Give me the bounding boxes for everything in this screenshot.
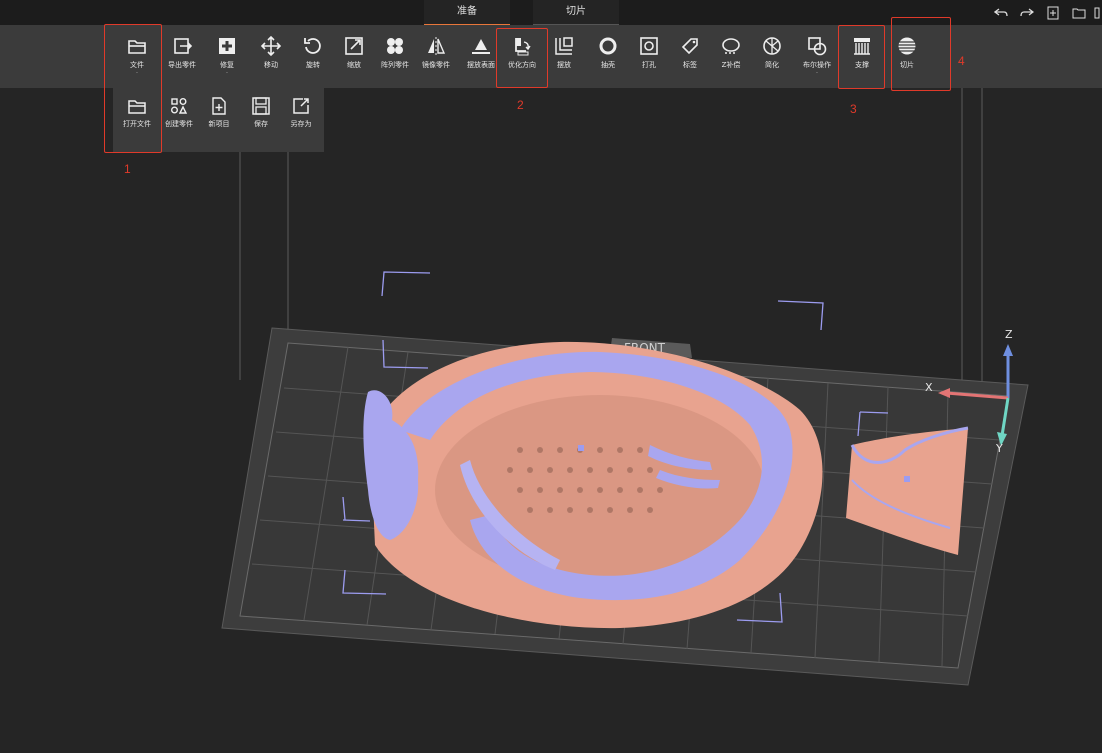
- tool-punch[interactable]: 打孔: [629, 31, 669, 83]
- lay-flat-icon: [472, 39, 490, 54]
- hollow-icon: [599, 37, 617, 55]
- model-center-marker: [578, 445, 584, 451]
- quick-actions: [988, 4, 1102, 22]
- tool-scale[interactable]: 缩放: [334, 31, 374, 83]
- menu-label: 新项目: [208, 120, 230, 128]
- part-center-marker: [904, 476, 910, 482]
- tool-label: 抽壳: [601, 61, 615, 69]
- scale-icon: [345, 37, 363, 55]
- save-as-icon: [293, 98, 309, 114]
- annotation-number-1: 1: [124, 162, 131, 176]
- mirror-icon: [428, 37, 446, 55]
- annotation-number-2: 2: [517, 98, 524, 112]
- create-part-icon: [171, 98, 188, 114]
- tool-file[interactable]: 文件 ·: [117, 31, 157, 83]
- more-icon[interactable]: [1092, 4, 1102, 22]
- slice-icon: [898, 37, 916, 55]
- menu-label: 创建零件: [165, 120, 193, 128]
- repair-icon: [219, 38, 235, 54]
- menu-label: 另存为: [290, 120, 312, 128]
- tool-label: 优化方向: [508, 61, 536, 69]
- tool-label: 支撑: [855, 61, 869, 69]
- undo-icon[interactable]: [988, 4, 1014, 22]
- new-project-icon: [212, 97, 226, 115]
- tool-rotate[interactable]: 旋转: [293, 31, 333, 83]
- tool-label: 旋转: [306, 61, 320, 69]
- menu-save-as[interactable]: 另存为: [281, 96, 321, 144]
- support-icon: [854, 38, 870, 55]
- boolean-icon: [808, 37, 827, 56]
- punch-icon: [640, 37, 658, 55]
- orient-icon: [515, 38, 531, 56]
- menu-label: 打开文件: [123, 120, 151, 128]
- export-icon: [174, 38, 193, 54]
- array-icon: [387, 38, 403, 54]
- menu-open-file[interactable]: 打开文件: [117, 96, 157, 144]
- tool-label: 移动: [264, 61, 278, 69]
- tool-slice[interactable]: 切片: [887, 31, 927, 83]
- tool-label: 缩放: [347, 61, 361, 69]
- tab-prepare[interactable]: 准备: [424, 0, 510, 26]
- tool-label: 摆放表面: [467, 61, 495, 69]
- tool-label: 打孔: [642, 61, 656, 69]
- tool-mirror[interactable]: 镜像零件: [416, 31, 456, 83]
- folder-icon: [128, 40, 146, 54]
- tool-lay-flat[interactable]: 摆放表面: [461, 31, 501, 83]
- tool-label: 切片: [900, 61, 914, 69]
- axis-label-z: Z: [1005, 328, 1013, 341]
- tool-export[interactable]: 导出零件: [162, 31, 202, 83]
- main-toolbar: 文件 · 导出零件 修复 · 移动 旋转 缩放 阵列零件 镜像零件 摆放表面 优…: [0, 25, 1102, 88]
- new-file-icon[interactable]: [1040, 4, 1066, 22]
- redo-icon[interactable]: [1014, 4, 1040, 22]
- tool-move[interactable]: 移动: [251, 31, 291, 83]
- tool-array[interactable]: 阵列零件: [375, 31, 415, 83]
- tool-z-compensation[interactable]: Z补偿: [711, 31, 751, 83]
- axis-label-x: X: [925, 381, 933, 394]
- tool-label: 镜像零件: [422, 61, 450, 69]
- tool-label: Z补偿: [721, 61, 741, 69]
- tool-label: 导出零件: [168, 61, 196, 69]
- menu-save[interactable]: 保存: [241, 96, 281, 144]
- tool-repair[interactable]: 修复 ·: [207, 31, 247, 83]
- tool-label: 简化: [765, 61, 779, 69]
- tab-slice[interactable]: 切片: [533, 0, 619, 26]
- open-folder-icon[interactable]: [1066, 4, 1092, 22]
- open-file-icon: [128, 100, 146, 114]
- simplify-icon: [763, 37, 781, 55]
- tool-arrange[interactable]: 摆放: [544, 31, 584, 83]
- tool-label: 标签: [683, 61, 697, 69]
- arrange-icon: [555, 37, 573, 55]
- tool-simplify[interactable]: 简化: [752, 31, 792, 83]
- z-comp-icon: [722, 38, 740, 54]
- file-submenu: 打开文件 创建零件 新项目 保存 另存为: [113, 88, 324, 152]
- tool-hollow[interactable]: 抽壳: [588, 31, 628, 83]
- tool-support[interactable]: 支撑: [842, 31, 882, 83]
- tool-tag[interactable]: 标签: [670, 31, 710, 83]
- save-icon: [252, 97, 270, 115]
- menu-label: 保存: [254, 120, 268, 128]
- move-icon: [260, 35, 282, 57]
- title-bar: 准备 切片: [0, 0, 1102, 26]
- tool-label: 摆放: [557, 61, 571, 69]
- tool-label: 阵列零件: [381, 61, 409, 69]
- rotate-icon: [304, 38, 321, 54]
- tool-orient[interactable]: 优化方向: [502, 31, 542, 83]
- axis-label-y: Y: [995, 442, 1003, 455]
- menu-new-project[interactable]: 新项目: [199, 96, 239, 144]
- tag-icon: [681, 38, 698, 55]
- annotation-number-4: 4: [958, 54, 965, 68]
- menu-create-part[interactable]: 创建零件: [159, 96, 199, 144]
- tool-boolean[interactable]: 布尔操作 ·: [797, 31, 837, 83]
- annotation-number-3: 3: [850, 102, 857, 116]
